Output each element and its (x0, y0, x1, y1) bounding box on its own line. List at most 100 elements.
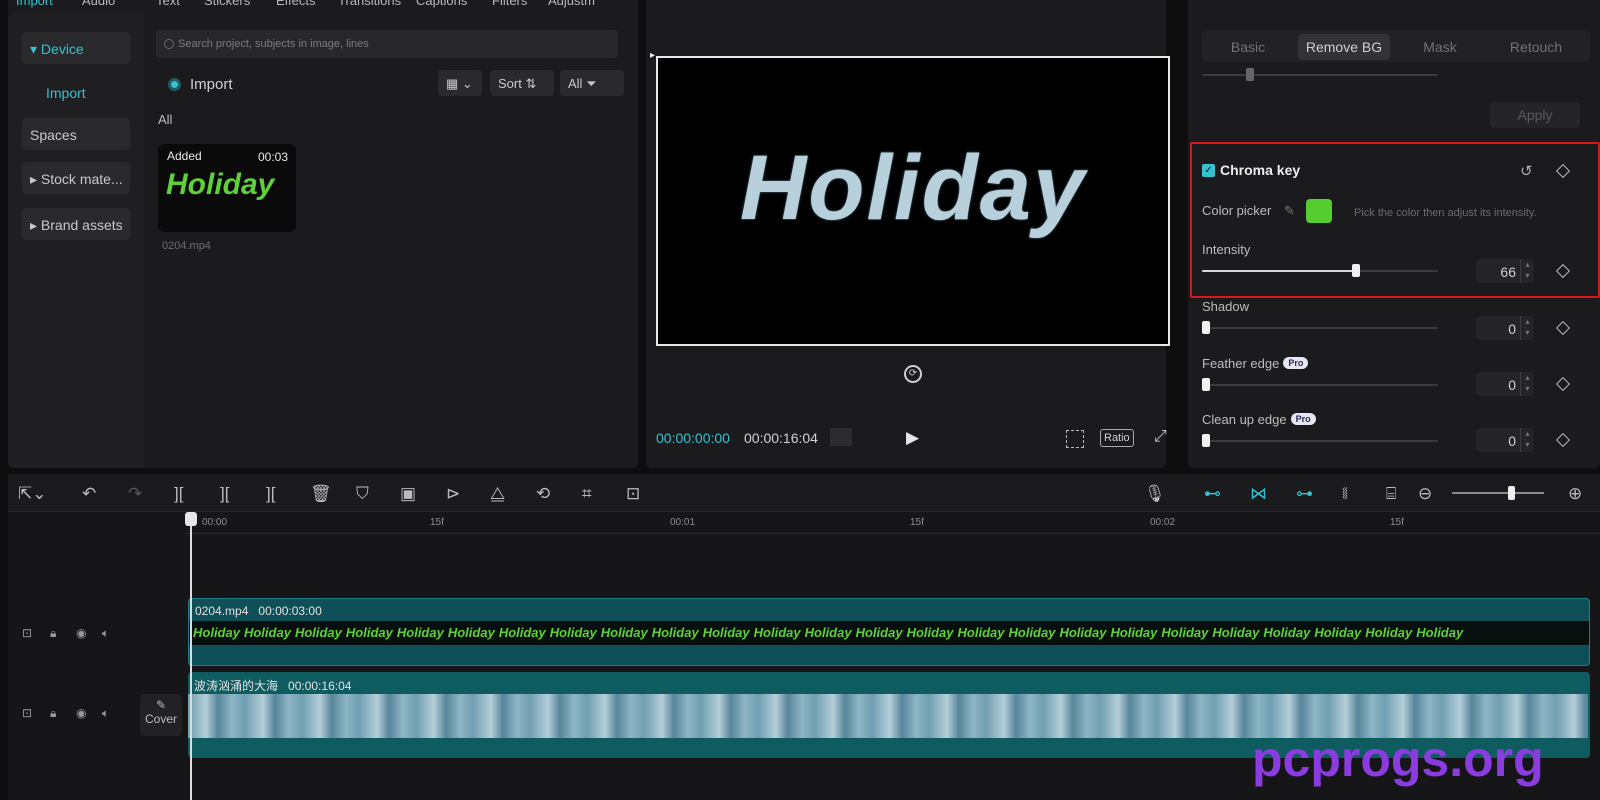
lock-icon[interactable]: 🔒︎ (50, 706, 56, 721)
crop-icon[interactable]: ⌗ (582, 484, 592, 504)
mute-icon[interactable]: 🔈︎ (102, 706, 109, 721)
play-icon[interactable]: ▶ (906, 428, 919, 448)
playhead-handle[interactable] (185, 512, 197, 526)
view-mode-button[interactable]: ▦ ⌄ (438, 70, 482, 96)
mute-icon[interactable]: 🔈︎ (102, 626, 109, 641)
eye-icon[interactable]: ◉ (76, 706, 86, 720)
tab-audio[interactable]: Audio (82, 0, 115, 8)
speed-icon[interactable]: ⊳ (446, 484, 460, 504)
thumbnail-word: Holiday (1416, 625, 1464, 640)
fullscreen-icon[interactable]: ⤢ (1154, 428, 1167, 446)
select-tool-icon[interactable]: ⇱⌄ (18, 484, 47, 504)
sidebar-item-spaces[interactable]: Spaces (22, 118, 130, 150)
import-icon[interactable] (168, 78, 181, 91)
tab-stickers[interactable]: Stickers (204, 0, 250, 8)
canvas-handle-icon[interactable]: ▸ (650, 50, 655, 61)
linkage-icon[interactable]: ⊶ (1296, 484, 1313, 504)
hidden-slider-track (1202, 74, 1438, 76)
time-ruler[interactable]: 00:00 15f 00:01 15f 00:02 15f (186, 512, 1600, 534)
lock-icon[interactable]: 🔒︎ (50, 626, 56, 641)
split-icon[interactable]: ][ (174, 484, 183, 504)
tab-basic[interactable]: Basic (1206, 34, 1290, 60)
delete-icon[interactable]: 🗑 (310, 484, 332, 504)
shadow-stepper[interactable]: ▴ ▾ (1520, 316, 1534, 340)
caption-icon[interactable]: ⌸ (1386, 484, 1396, 504)
search-input[interactable]: Search project, subjects in image, lines (156, 30, 618, 58)
ratio-button[interactable]: Ratio (1100, 429, 1134, 447)
tab-text[interactable]: Text (156, 0, 180, 8)
eyedropper-icon[interactable]: ✎ (1284, 203, 1295, 219)
sort-icon: ⇅ (525, 76, 537, 91)
split-right-icon[interactable]: ][ (266, 484, 275, 504)
tab-effects[interactable]: Effects (276, 0, 316, 8)
image-adjust-icon[interactable]: ⊡ (626, 484, 640, 504)
reset-icon[interactable]: ↺ (1520, 162, 1533, 180)
media-card[interactable]: Added 00:03 Holiday (158, 144, 296, 232)
main-track-magnet-icon[interactable]: ⊷ (1204, 484, 1221, 504)
zoom-fit-icon[interactable]: ⊕ (1568, 484, 1582, 504)
rotate-clip-icon[interactable]: ⟲ (536, 484, 550, 504)
feather-edge-slider-knob[interactable] (1202, 378, 1210, 391)
ruler-label: 00:02 (1150, 517, 1176, 528)
video-clip-text[interactable]: 0204.mp4 00:00:03:00 Holiday Holiday Holid… (188, 598, 1590, 666)
sidebar-item-device[interactable]: ▾ Device (22, 32, 130, 64)
shadow-slider-knob[interactable] (1202, 321, 1210, 334)
watermark: pcprogs.org (1252, 731, 1544, 787)
tab-import[interactable]: Import (16, 0, 53, 8)
feather-edge-slider-track (1202, 384, 1438, 386)
sidebar-item-import[interactable]: Import (38, 76, 146, 108)
sort-button[interactable]: Sort ⇅ (490, 70, 554, 96)
split-left-icon[interactable]: ][ (220, 484, 229, 504)
tab-transitions[interactable]: Transitions (338, 0, 401, 8)
filter-button[interactable]: All ⏷ (560, 70, 624, 96)
chroma-key-checkbox[interactable]: ✓ (1202, 164, 1215, 177)
import-button[interactable]: Import (190, 76, 233, 93)
timecode-toggle-icon[interactable] (830, 428, 852, 446)
tab-captions[interactable]: Captions (416, 0, 467, 8)
shadow-label: Shadow (1202, 299, 1249, 314)
sidebar-item-brand-assets[interactable]: ▸ Brand assets (22, 208, 130, 240)
hidden-slider-knob[interactable] (1246, 68, 1254, 81)
preview-canvas[interactable]: Holiday (656, 56, 1170, 346)
zoom-slider-knob[interactable] (1508, 486, 1515, 500)
mirror-icon[interactable]: ⧋ (490, 484, 505, 504)
feather-edge-stepper[interactable]: ▴ ▾ (1520, 372, 1534, 396)
tab-retouch[interactable]: Retouch (1488, 34, 1584, 60)
zoom-out-icon[interactable]: ⊖ (1418, 484, 1432, 504)
intensity-stepper[interactable]: ▴ ▾ (1520, 259, 1534, 283)
track-toggle-icon[interactable]: ⊡ (22, 626, 32, 640)
tab-remove-bg[interactable]: Remove BG (1298, 34, 1390, 60)
clean-up-edge-stepper[interactable]: ▴ ▾ (1520, 428, 1534, 452)
clean-up-edge-label: Clean up edge Pro (1202, 412, 1316, 427)
intensity-slider-knob[interactable] (1352, 264, 1360, 277)
thumbnail-word: Holiday (294, 625, 342, 640)
freeze-icon[interactable]: ▣ (400, 484, 416, 504)
sidebar-item-stock-material[interactable]: ▸ Stock mate... (22, 162, 130, 194)
thumbnail-word: Holiday (600, 625, 648, 640)
apply-button[interactable]: Apply (1490, 102, 1580, 128)
auto-snapping-icon[interactable]: ⋈ (1250, 484, 1267, 504)
thumbnail-word: Holiday (498, 625, 546, 640)
eye-icon[interactable]: ◉ (76, 626, 86, 640)
preview-axis-icon[interactable]: ⧛ (1342, 484, 1348, 504)
tab-mask[interactable]: Mask (1398, 34, 1482, 60)
rotate-icon[interactable]: ⟳ (904, 365, 922, 383)
filter-label: All (568, 76, 583, 91)
tab-filters[interactable]: Filters (492, 0, 527, 8)
tab-adjustment[interactable]: Adjustm (548, 0, 595, 8)
microphone-icon[interactable]: 🎙 (1144, 484, 1166, 504)
color-swatch[interactable] (1306, 199, 1332, 223)
ruler-label: 15f (1390, 517, 1404, 528)
screenshot-icon[interactable] (1066, 430, 1084, 448)
color-picker-hint: Pick the color then adjust its intensity… (1354, 207, 1537, 219)
track-toggle-icon[interactable]: ⊡ (22, 706, 32, 720)
undo-icon[interactable]: ↶ (82, 484, 96, 504)
thumbnail-word: Holiday (651, 625, 699, 640)
marker-icon[interactable]: ⛉ (356, 484, 369, 504)
search-icon (164, 39, 174, 49)
cover-button[interactable]: ✎ Cover (140, 694, 182, 736)
intensity-slider-fill (1202, 270, 1356, 272)
redo-icon[interactable]: ↷ (128, 484, 142, 504)
clean-up-edge-slider-knob[interactable] (1202, 434, 1210, 447)
playhead[interactable] (190, 514, 192, 800)
